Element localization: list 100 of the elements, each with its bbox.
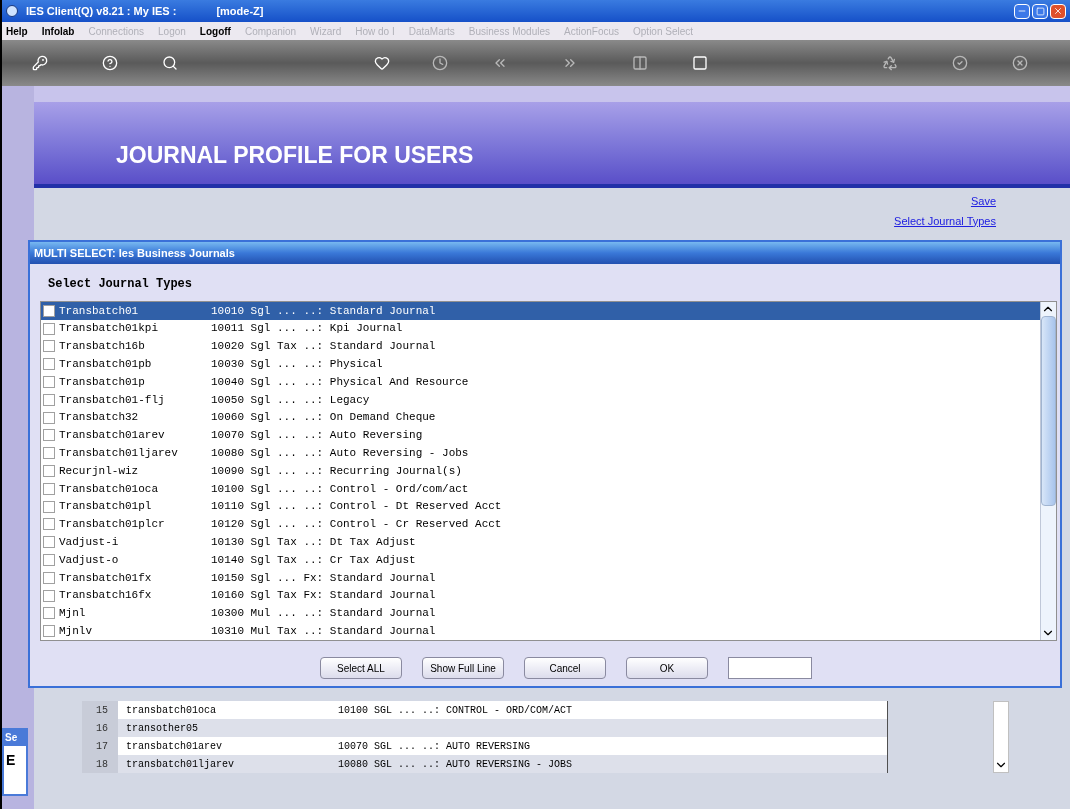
help-icon[interactable]	[102, 55, 118, 71]
list-item[interactable]: Vadjust-o 10140 Sgl Tax ..: Cr Tax Adjust	[41, 551, 1040, 569]
journal-name: Transbatch01oca	[59, 481, 160, 497]
checkbox[interactable]	[43, 304, 55, 317]
table-cell-text: 10100 SGL ... ..: CONTROL - ORD/COM/ACT	[338, 703, 573, 718]
scrollbar[interactable]	[993, 701, 1009, 773]
checkbox[interactable]	[43, 536, 55, 549]
checkbox[interactable]	[43, 625, 55, 638]
checkbox[interactable]	[43, 447, 55, 460]
list-item[interactable]: Transbatch01ljarev 10080 Sgl ... ..: Auto Reversing - Jobs	[41, 444, 1040, 463]
list-item[interactable]: Transbatch01pb 10030 Sgl ... ..: Physical	[41, 355, 1040, 374]
list-item[interactable]: Transbatch01plcr 10120 Sgl ... ..: Control - Cr Reserved Acct	[41, 515, 1040, 534]
table-cell-text: transother05	[125, 721, 199, 736]
journal-detail: 10310 Mul Tax ..: Standard Journal	[211, 624, 436, 639]
stop-icon[interactable]	[692, 55, 708, 71]
journal-detail: 10020 Sgl Tax ..: Standard Journal	[211, 339, 436, 355]
checkbox[interactable]	[43, 465, 55, 478]
journal-name: Transbatch16fx	[59, 588, 153, 604]
checkbox[interactable]	[43, 322, 55, 335]
close-button[interactable]	[1050, 3, 1066, 19]
list-item[interactable]: Recurjnl-wiz 10090 Sgl ... ..: Recurring Journal(s)	[41, 462, 1040, 480]
list-item[interactable]: Transbatch32 10060 Sgl ... ..: On Demand Cheque	[41, 408, 1040, 427]
list-item[interactable]: Transbatch01pl 10110 Sgl ... ..: Control - Dt Reserved Acct	[41, 497, 1040, 516]
checkbox[interactable]	[43, 411, 55, 424]
list-item[interactable]: Mjnlv 10310 Mul Tax ..: Standard Journal	[41, 622, 1040, 641]
dialog-button[interactable]: OK	[626, 657, 708, 679]
journal-detail: 10060 Sgl ... ..: On Demand Cheque	[211, 410, 436, 426]
checkbox[interactable]	[43, 482, 55, 495]
maximize-icon	[1035, 6, 1045, 16]
close-icon	[1053, 6, 1063, 16]
journal-name: Vadjust-i	[59, 535, 120, 550]
page-link[interactable]: Save	[970, 193, 996, 210]
checkbox[interactable]	[43, 429, 55, 442]
minimize-button[interactable]	[1014, 3, 1030, 19]
dialog-title: MULTI SELECT: Ies Business Journals	[34, 245, 235, 261]
journal-detail: 10140 Sgl Tax ..: Cr Tax Adjust	[211, 552, 416, 568]
journal-detail: 10080 Sgl ... ..: Auto Reversing - Jobs	[211, 446, 469, 461]
maximize-button[interactable]	[1032, 3, 1048, 19]
journal-detail: 10030 Sgl ... ..: Physical	[211, 357, 383, 373]
journal-detail: 10100 Sgl ... ..: Control - Ord/com/act	[211, 481, 469, 497]
journal-detail: 10090 Sgl ... ..: Recurring Journal(s)	[211, 463, 462, 479]
heart-icon[interactable]	[374, 55, 390, 71]
menu-item[interactable]: Help	[6, 23, 28, 39]
list-item[interactable]: Transbatch01oca 10100 Sgl ... ..: Control - Ord/com/act	[41, 479, 1040, 498]
table-cell-text: transbatch01oca	[125, 703, 217, 718]
checkbox[interactable]	[43, 571, 55, 584]
journal-name: Transbatch01ljarev	[59, 446, 179, 461]
table-cell-text: transbatch01ljarev	[125, 757, 236, 772]
journal-detail: 10011 Sgl ... ..: Kpi Journal	[211, 321, 403, 337]
journal-detail: 10120 Sgl ... ..: Control - Cr Reserved Acct	[211, 517, 502, 533]
journal-name: Vadjust-o	[59, 552, 120, 568]
checkbox[interactable]	[43, 376, 55, 389]
checkbox[interactable]	[43, 554, 55, 567]
row-number: 18	[82, 755, 118, 773]
list-item[interactable]: Transbatch01arev 10070 Sgl ... ..: Auto Reversing	[41, 426, 1040, 445]
scroll-thumb[interactable]	[1041, 316, 1056, 506]
recycle-icon[interactable]	[882, 55, 898, 71]
input-field[interactable]	[728, 657, 812, 679]
journal-name: Transbatch01p	[59, 374, 146, 390]
check-icon[interactable]	[952, 55, 968, 71]
page-heading: JOURNAL PROFILE FOR USERS	[116, 140, 474, 170]
search-icon[interactable]	[162, 55, 178, 71]
row-number: 16	[82, 719, 118, 737]
dialog-button[interactable]: Cancel	[524, 657, 606, 679]
list-item[interactable]: Vadjust-i 10130 Sgl Tax ..: Dt Tax Adjust	[41, 533, 1040, 552]
list-item[interactable]: Transbatch01-flj 10050 Sgl ... ..: Legacy	[41, 391, 1040, 409]
journal-name: Transbatch01arev	[59, 428, 166, 444]
journal-name: Transbatch01plcr	[59, 517, 166, 533]
columns-icon[interactable]	[632, 55, 648, 71]
list-item[interactable]: Transbatch01 10010 Sgl ... ..: Standard Journal	[41, 302, 1040, 320]
checkbox[interactable]	[43, 500, 55, 513]
checkbox[interactable]	[43, 393, 55, 406]
side-window-title: Se	[4, 732, 18, 744]
table-cell-text: 10070 SGL ... ..: AUTO REVERSING	[338, 739, 531, 754]
list-item[interactable]: Transbatch16fx 10160 Sgl Tax Fx: Standard Journal	[41, 586, 1040, 605]
list-item[interactable]: Mjnl 10300 Mul ... ..: Standard Journal	[41, 604, 1040, 623]
close-icon[interactable]	[1012, 55, 1028, 71]
journal-detail: 10040 Sgl ... ..: Physical And Resource	[211, 374, 469, 390]
journal-name: Transbatch01fx	[59, 570, 153, 586]
checkbox[interactable]	[43, 358, 55, 371]
checkbox[interactable]	[43, 589, 55, 602]
scrollbar[interactable]	[1040, 302, 1056, 640]
dialog-button[interactable]: Select ALL	[320, 657, 402, 679]
checkbox[interactable]	[43, 607, 55, 620]
list-item[interactable]: Transbatch16b 10020 Sgl Tax ..: Standard Journal	[41, 337, 1040, 356]
clock-icon[interactable]	[432, 55, 448, 71]
checkbox[interactable]	[43, 518, 55, 531]
list-item[interactable]: Transbatch01kpi 10011 Sgl ... ..: Kpi Journal	[41, 319, 1040, 338]
list-item[interactable]: Transbatch01fx 10150 Sgl ... Fx: Standard Journal	[41, 568, 1040, 587]
menu-item[interactable]: Logoff	[199, 23, 231, 39]
window-mode: [mode-Z]	[216, 3, 264, 19]
journal-name: Transbatch01kpi	[59, 321, 160, 337]
dialog-button[interactable]: Show Full Line	[422, 657, 504, 679]
checkbox[interactable]	[43, 340, 55, 353]
key-icon[interactable]	[32, 55, 48, 71]
journal-detail: 10050 Sgl ... ..: Legacy	[211, 392, 370, 408]
list-item[interactable]: Transbatch01p 10040 Sgl ... ..: Physical And Resource	[41, 373, 1040, 391]
dialog-heading: Select Journal Types	[48, 276, 194, 293]
page-link[interactable]: Select Journal Types	[894, 212, 996, 229]
menu-item[interactable]: Infolab	[41, 23, 75, 39]
